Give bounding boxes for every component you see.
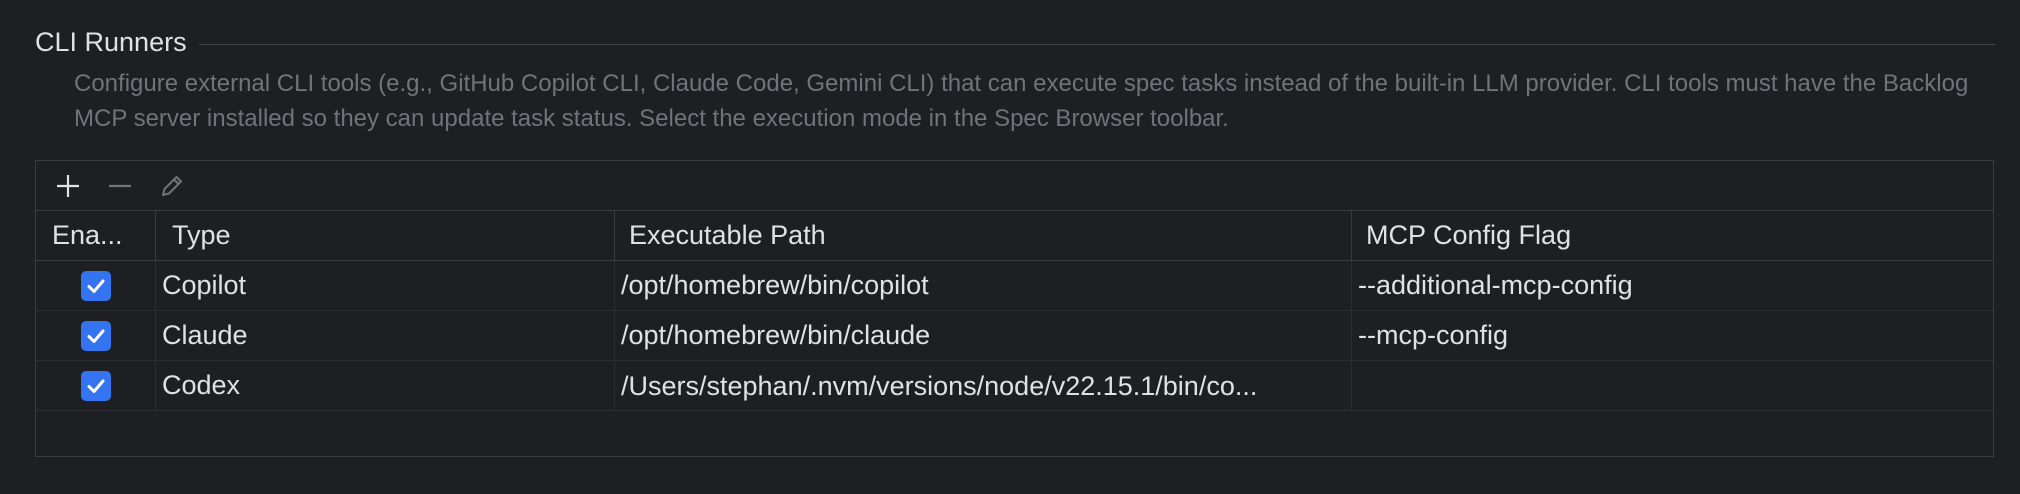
remove-runner-button[interactable] — [100, 166, 140, 206]
type-cell[interactable]: Codex — [156, 361, 615, 410]
section-header: CLI Runners — [35, 22, 1995, 62]
column-header-mcp-config-flag[interactable]: MCP Config Flag — [1352, 211, 1993, 260]
column-header-executable-path[interactable]: Executable Path — [615, 211, 1352, 260]
enabled-checkbox[interactable] — [80, 270, 111, 301]
table-toolbar — [36, 161, 1993, 211]
flag-cell[interactable] — [1352, 361, 1993, 410]
checkmark-icon — [87, 379, 104, 393]
enabled-cell — [36, 311, 156, 360]
minus-icon — [109, 184, 131, 187]
table-row[interactable]: Codex /Users/stephan/.nvm/versions/node/… — [36, 361, 1993, 411]
flag-cell[interactable]: --mcp-config — [1352, 311, 1993, 360]
path-cell[interactable]: /opt/homebrew/bin/claude — [615, 311, 1352, 360]
path-text: /Users/stephan/.nvm/versions/node/v22.15… — [621, 370, 1258, 401]
cli-runners-panel: Ena... Type Executable Path MCP Config F… — [35, 160, 1994, 457]
checkmark-icon — [87, 279, 104, 293]
cli-runners-table: Ena... Type Executable Path MCP Config F… — [36, 211, 1993, 411]
enabled-cell — [36, 261, 156, 310]
section-divider — [198, 43, 1995, 45]
pencil-icon — [162, 175, 182, 196]
add-runner-button[interactable] — [48, 166, 88, 206]
plus-icon — [57, 174, 79, 197]
table-row[interactable]: Claude /opt/homebrew/bin/claude --mcp-co… — [36, 311, 1993, 361]
table-header: Ena... Type Executable Path MCP Config F… — [36, 211, 1993, 261]
column-header-enabled[interactable]: Ena... — [36, 211, 156, 260]
type-cell[interactable]: Copilot — [156, 261, 615, 310]
section-description: Configure external CLI tools (e.g., GitH… — [74, 70, 1969, 132]
enabled-checkbox[interactable] — [80, 320, 111, 351]
path-cell[interactable]: /opt/homebrew/bin/copilot — [615, 261, 1352, 310]
table-row[interactable]: Copilot /opt/homebrew/bin/copilot --addi… — [36, 261, 1993, 311]
path-cell[interactable]: /Users/stephan/.nvm/versions/node/v22.15… — [615, 361, 1352, 410]
enabled-checkbox[interactable] — [80, 370, 111, 401]
enabled-cell — [36, 361, 156, 410]
flag-cell[interactable]: --additional-mcp-config — [1352, 261, 1993, 310]
column-header-type[interactable]: Type — [156, 211, 615, 260]
edit-runner-button[interactable] — [152, 166, 192, 206]
type-cell[interactable]: Claude — [156, 311, 615, 360]
checkmark-icon — [87, 329, 104, 343]
section-title: CLI Runners — [35, 26, 187, 57]
